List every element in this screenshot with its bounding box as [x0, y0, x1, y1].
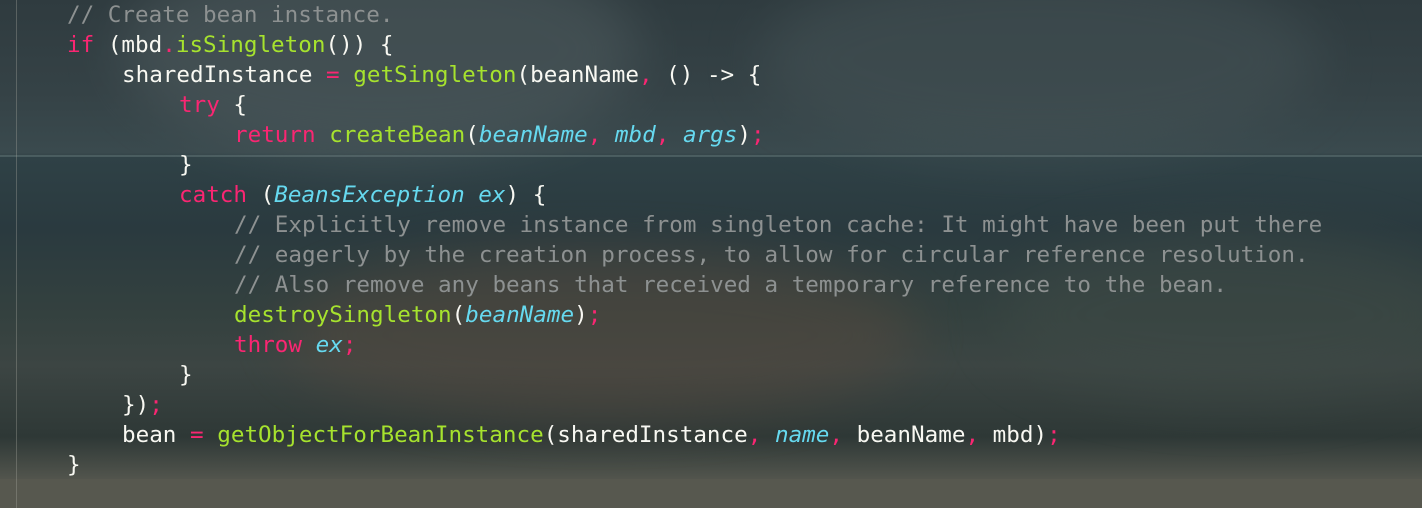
- code-parameter: beanName: [478, 122, 588, 148]
- code-operator: ,: [965, 422, 980, 448]
- code-line[interactable]: // Explicitly remove instance from singl…: [67, 210, 1322, 240]
- code-text: }: [179, 152, 193, 178]
- code-comment: // Create bean instance.: [67, 2, 394, 28]
- code-parameter: ex: [478, 182, 506, 208]
- code-editor[interactable]: // Create bean instance. if (mbd.isSingle…: [0, 0, 1422, 508]
- code-comment: // Also remove any beans that received a…: [234, 272, 1227, 298]
- gutter-divider: [16, 0, 17, 508]
- code-operator: ,: [638, 62, 653, 88]
- code-parameter: mbd: [614, 122, 656, 148]
- code-text: }): [122, 392, 150, 418]
- code-operator: ,: [747, 422, 762, 448]
- code-function-name: getObjectForBeanInstance: [217, 422, 544, 448]
- code-operator: ;: [1047, 422, 1061, 448]
- code-operator: ;: [342, 332, 357, 358]
- code-function-name: destroySingleton: [234, 302, 452, 328]
- code-comment: // eagerly by the creation process, to a…: [234, 242, 1309, 268]
- code-operator: =: [326, 62, 340, 88]
- code-line[interactable]: }: [67, 360, 1322, 390]
- code-operator: =: [190, 422, 204, 448]
- code-keyword: return: [234, 122, 316, 148]
- code-text: bean: [122, 422, 191, 448]
- code-operator: ,: [587, 122, 602, 148]
- code-function-name: isSingleton: [175, 32, 326, 58]
- code-text: ): [574, 302, 588, 328]
- code-text: () -> {: [652, 62, 762, 88]
- code-operator: ;: [587, 302, 602, 328]
- code-line[interactable]: }: [67, 450, 1322, 480]
- code-text: (: [451, 302, 466, 328]
- code-line[interactable]: });: [67, 390, 1322, 420]
- code-text: }: [179, 362, 193, 388]
- code-function-name: getSingleton: [353, 62, 517, 88]
- editor-bottom-band: [0, 479, 1422, 508]
- code-line[interactable]: if (mbd.isSingleton()) {: [67, 30, 1322, 60]
- code-keyword: throw: [234, 332, 303, 358]
- code-text: (sharedInstance: [543, 422, 748, 448]
- code-parameter: ex: [315, 332, 343, 358]
- code-operator: .: [162, 32, 176, 58]
- code-text: (: [247, 182, 275, 208]
- code-line[interactable]: bean = getObjectForBeanInstance(sharedIn…: [67, 420, 1322, 450]
- code-text: ()) {: [325, 32, 394, 58]
- code-keyword: try: [179, 92, 220, 118]
- code-area[interactable]: // Create bean instance. if (mbd.isSingle…: [67, 0, 1322, 480]
- code-text: sharedInstance: [122, 62, 327, 88]
- code-line[interactable]: return createBean(beanName, mbd, args);: [67, 120, 1322, 150]
- code-text: (beanName: [516, 62, 639, 88]
- code-parameter: args: [682, 122, 738, 148]
- code-text: ): [737, 122, 751, 148]
- code-operator: ;: [149, 392, 163, 418]
- code-line[interactable]: }: [67, 150, 1322, 180]
- code-operator: ,: [829, 422, 843, 448]
- code-text: {: [219, 92, 248, 118]
- code-keyword: catch: [179, 182, 248, 208]
- code-line[interactable]: throw ex;: [67, 330, 1322, 360]
- code-text: }: [67, 452, 81, 478]
- code-line[interactable]: try {: [67, 90, 1322, 120]
- code-keyword: if: [67, 32, 95, 58]
- code-line[interactable]: // eagerly by the creation process, to a…: [67, 240, 1322, 270]
- code-line[interactable]: catch (BeansException ex) {: [67, 180, 1322, 210]
- code-text: (mbd: [94, 32, 163, 58]
- code-text: (: [465, 122, 479, 148]
- code-line[interactable]: // Also remove any beans that received a…: [67, 270, 1322, 300]
- code-type: BeansException: [274, 182, 465, 208]
- code-text: ) {: [505, 182, 547, 208]
- code-text: beanName: [843, 422, 966, 448]
- code-function-name: createBean: [329, 122, 466, 148]
- code-operator: ,: [655, 122, 670, 148]
- code-line[interactable]: destroySingleton(beanName);: [67, 300, 1322, 330]
- code-text: mbd): [979, 422, 1048, 448]
- code-parameter: name: [774, 422, 830, 448]
- code-parameter: beanName: [465, 302, 575, 328]
- code-comment: // Explicitly remove instance from singl…: [234, 212, 1323, 238]
- code-line[interactable]: // Create bean instance.: [67, 0, 1322, 30]
- code-operator: ;: [750, 122, 765, 148]
- code-line[interactable]: sharedInstance = getSingleton(beanName, …: [67, 60, 1322, 90]
